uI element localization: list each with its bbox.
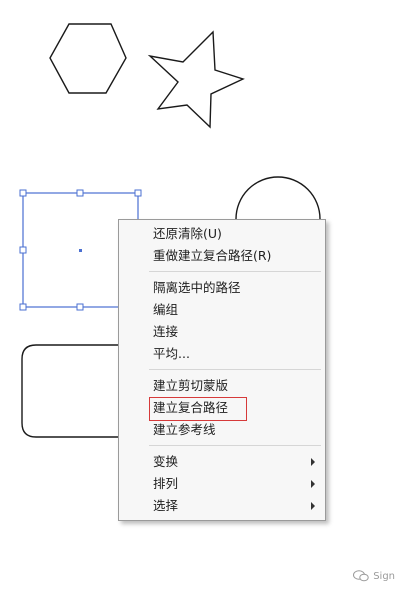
submenu-arrow-icon [311,458,315,466]
selection-handle [76,303,84,311]
watermark-text: Sign [373,570,395,582]
menu-item-label: 变换 [153,454,179,469]
selection-center-point [79,249,82,252]
menu-separator [149,445,321,446]
selection-handle [19,246,27,254]
menu-item-transform[interactable]: 变换 [119,452,325,472]
menu-item-redo-make-compound-path[interactable]: 重做建立复合路径(R) [119,246,325,266]
watermark: Sign [353,570,395,582]
selection-handle [19,303,27,311]
star-shape[interactable] [147,30,245,129]
menu-item-group[interactable]: 编组 [119,300,325,320]
hexagon-shape[interactable] [49,23,127,94]
selection-handle [134,189,142,197]
submenu-arrow-icon [311,502,315,510]
selection-handle [76,189,84,197]
menu-item-average[interactable]: 平均... [119,344,325,364]
semicircle-shape[interactable] [235,176,321,220]
menu-item-join[interactable]: 连接 [119,322,325,342]
menu-item-arrange[interactable]: 排列 [119,474,325,494]
selection-handle [19,189,27,197]
submenu-arrow-icon [311,480,315,488]
menu-item-label: 选择 [153,498,179,513]
menu-item-undo-clear[interactable]: 还原清除(U) [119,224,325,244]
menu-separator [149,369,321,370]
menu-item-make-clipping-mask[interactable]: 建立剪切蒙版 [119,376,325,396]
menu-item-make-compound-path[interactable]: 建立复合路径 [119,398,325,418]
menu-separator [149,271,321,272]
menu-item-label: 排列 [153,476,179,491]
menu-item-make-guides[interactable]: 建立参考线 [119,420,325,440]
menu-item-select[interactable]: 选择 [119,496,325,516]
wechat-icon [353,570,369,582]
context-menu: 还原清除(U) 重做建立复合路径(R) 隔离选中的路径 编组 连接 平均... … [118,219,326,521]
menu-item-isolate-selected-path[interactable]: 隔离选中的路径 [119,278,325,298]
rounded-rectangle-shape[interactable] [21,344,120,438]
